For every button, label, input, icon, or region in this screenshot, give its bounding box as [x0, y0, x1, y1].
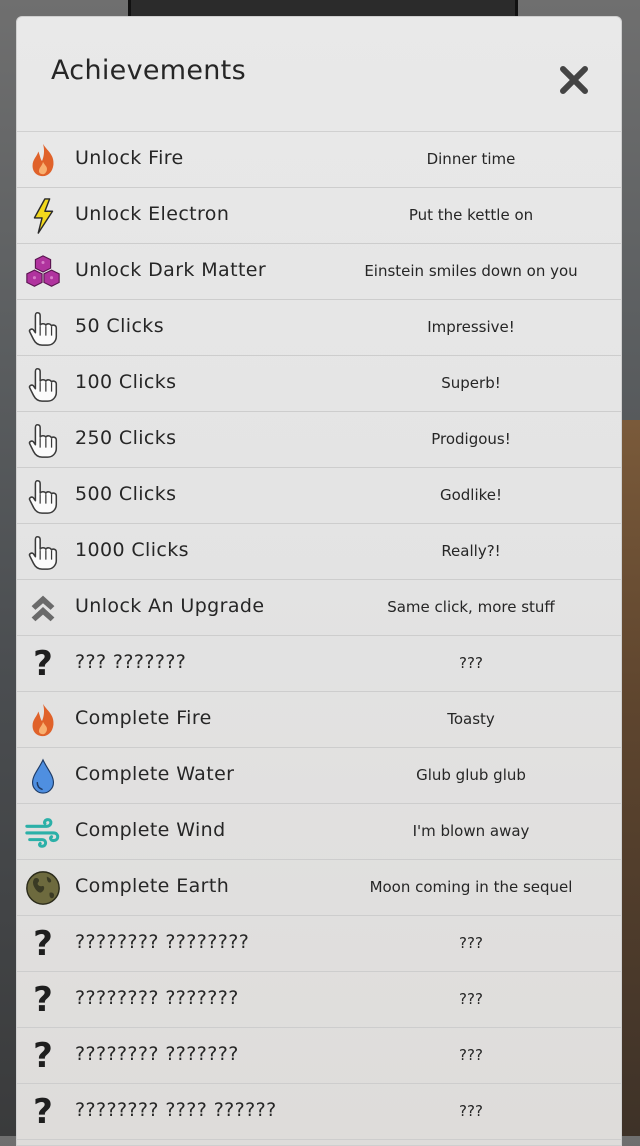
achievement-name: ???????? ??????? [75, 987, 239, 1009]
achievement-description: Put the kettle on [408, 206, 534, 224]
achievement-description: ??? [459, 990, 483, 1008]
achievement-row: 500 Clicks Godlike! [17, 468, 621, 524]
achievement-name: 50 Clicks [75, 315, 164, 337]
background-window-edge [128, 0, 518, 16]
achievement-description: Moon coming in the sequel [369, 878, 573, 896]
achievement-row: 50 Clicks Impressive! [17, 300, 621, 356]
achievement-name: Unlock Fire [75, 147, 184, 169]
question-mark-icon: ? [33, 644, 53, 684]
achievement-description: I'm blown away [412, 822, 530, 840]
pointer-hand-icon [23, 476, 63, 516]
dialog-header: Achievements [17, 17, 621, 132]
achievement-row: Unlock An Upgrade Same click, more stuff [17, 580, 621, 636]
achievement-name: Complete Water [75, 763, 235, 785]
achievement-row: Unlock Fire Dinner time [17, 132, 621, 188]
achievement-row: ? ???????? ?????????? [17, 972, 621, 1028]
achievement-description: Godlike! [439, 486, 503, 504]
achievement-description: Impressive! [427, 318, 515, 336]
achievement-description: Einstein smiles down on you [364, 262, 578, 280]
double-chevron-up-icon [23, 588, 63, 628]
fire-icon [23, 700, 63, 740]
achievement-name: ???????? ??????? [75, 1043, 239, 1065]
achievement-row: Unlock Electron Put the kettle on [17, 188, 621, 244]
pointer-hand-icon [23, 364, 63, 404]
dialog-title: Achievements [51, 55, 246, 86]
achievement-name: 100 Clicks [75, 371, 177, 393]
achievement-description: Toasty [447, 710, 495, 728]
pointer-hand-icon [23, 308, 63, 348]
achievement-name: ???????? ???? ?????? [75, 1099, 277, 1121]
achievement-name: Complete Earth [75, 875, 230, 897]
achievement-name: 500 Clicks [75, 483, 177, 505]
achievement-row: Complete Earth Moon coming in the sequel [17, 860, 621, 916]
water-drop-icon [23, 756, 63, 796]
achievement-row: ? ???????? ??????????? [17, 916, 621, 972]
achievement-description: Prodigous! [431, 430, 511, 448]
achievement-description: Dinner time [426, 150, 516, 168]
achievement-name: 250 Clicks [75, 427, 177, 449]
achievement-row: Complete Water Glub glub glub [17, 748, 621, 804]
close-icon [560, 66, 588, 94]
pointer-hand-icon [23, 420, 63, 460]
achievement-name: Complete Fire [75, 707, 212, 729]
close-button[interactable] [557, 63, 591, 97]
achievement-name: ???????? ???????? [75, 931, 250, 953]
achievement-description: Really?! [441, 542, 501, 560]
question-mark-icon: ? [33, 1092, 53, 1132]
question-mark-icon: ? [33, 1036, 53, 1076]
earth-icon [23, 868, 63, 908]
achievement-row: ? ???????? ???? ????????? [17, 1084, 621, 1140]
achievement-name: Unlock Dark Matter [75, 259, 267, 281]
question-mark-icon: ? [33, 980, 53, 1020]
achievement-name: Unlock An Upgrade [75, 595, 265, 617]
pointer-hand-icon [23, 532, 63, 572]
achievement-row: 100 Clicks Superb! [17, 356, 621, 412]
achievement-row: 1000 Clicks Really?! [17, 524, 621, 580]
cubes-icon [23, 252, 63, 292]
achievement-description: Glub glub glub [416, 766, 526, 784]
fire-icon [23, 140, 63, 180]
achievement-description: ??? [459, 1102, 483, 1120]
achievement-description: Superb! [441, 374, 501, 392]
achievement-row: Unlock Dark Matter Einstein smiles down o… [17, 244, 621, 300]
achievement-row: ? ???????? ?????????? [17, 1028, 621, 1084]
achievements-dialog: Achievements Unlock Fire Dinner time Unloc… [16, 16, 622, 1146]
achievement-name: ??? ??????? [75, 651, 187, 673]
question-mark-icon: ? [33, 924, 53, 964]
achievement-row: ? ??? ?????????? [17, 636, 621, 692]
achievement-description: Same click, more stuff [387, 598, 555, 616]
achievement-name: Complete Wind [75, 819, 226, 841]
achievement-name: 1000 Clicks [75, 539, 189, 561]
achievement-row: Complete Wind I'm blown away [17, 804, 621, 860]
achievements-list: Unlock Fire Dinner time Unlock Electron Put… [17, 132, 621, 1140]
achievement-name: Unlock Electron [75, 203, 230, 225]
wind-icon [23, 812, 63, 852]
achievement-description: ??? [459, 654, 483, 672]
achievement-description: ??? [459, 934, 483, 952]
achievement-description: ??? [459, 1046, 483, 1064]
lightning-icon [23, 196, 63, 236]
achievement-row: 250 Clicks Prodigous! [17, 412, 621, 468]
achievement-row: Complete Fire Toasty [17, 692, 621, 748]
